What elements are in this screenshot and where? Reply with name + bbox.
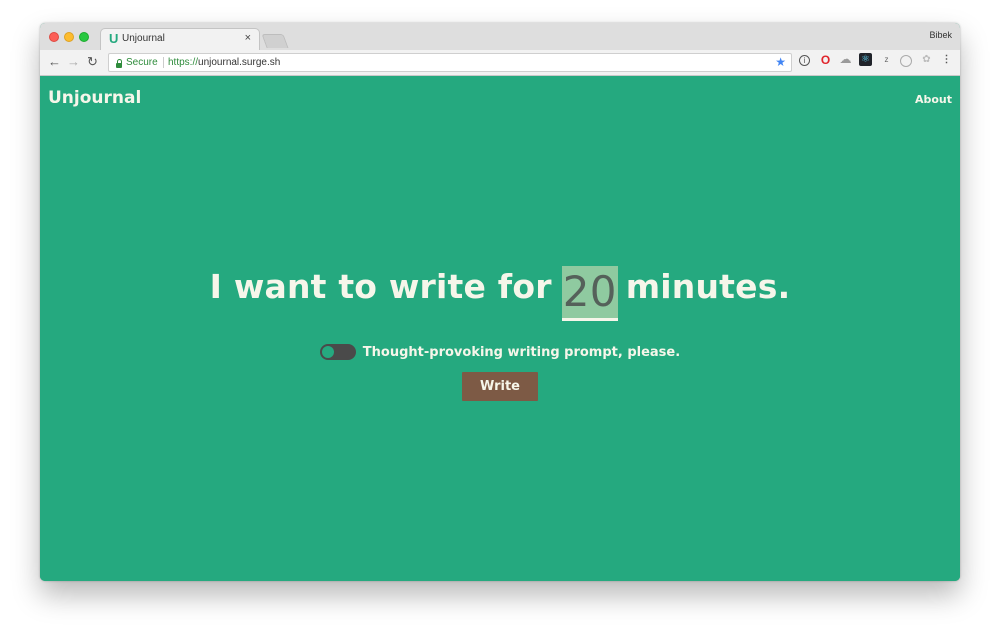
reload-icon[interactable]: ↻ <box>87 54 98 70</box>
tab-title: Unjournal <box>122 33 165 44</box>
address-bar[interactable]: Secure https://unjournal.surge.sh ★ <box>108 53 792 72</box>
app-page: Unjournal About I want to write for 20 min… <box>40 76 960 581</box>
headline: I want to write for 20 minutes. <box>40 266 960 321</box>
url-text[interactable]: https://unjournal.surge.sh <box>168 57 280 68</box>
unjournal-favicon-icon: U <box>109 31 119 46</box>
react-devtools-icon[interactable]: ⚛ <box>859 53 872 66</box>
circle-icon[interactable] <box>900 55 912 67</box>
url-scheme: https:// <box>168 57 199 68</box>
window-minimize-button[interactable] <box>64 32 74 42</box>
headline-prefix: I want to write for <box>209 267 552 306</box>
menu-icon[interactable]: ⋮ <box>940 53 953 66</box>
prompt-toggle-switch[interactable] <box>319 344 356 360</box>
title-bar: U Unjournal × Bibek <box>40 23 960 50</box>
prompt-toggle-label[interactable]: Thought-provoking writing prompt, please… <box>363 345 680 360</box>
browser-tab[interactable]: U Unjournal × <box>100 28 260 50</box>
browser-window: U Unjournal × Bibek ← → ↻ Secure https:/… <box>40 23 960 581</box>
toggle-knob <box>321 346 334 358</box>
security-label: Secure <box>126 57 158 68</box>
z-icon[interactable]: z <box>880 53 893 66</box>
profile-name[interactable]: Bibek <box>929 30 952 40</box>
brand-logo[interactable]: Unjournal <box>48 88 141 108</box>
new-tab-button[interactable] <box>261 34 289 48</box>
opera-icon[interactable]: O <box>819 54 832 67</box>
browser-toolbar: ← → ↻ Secure https://unjournal.surge.sh … <box>40 50 960 76</box>
info-icon[interactable]: i <box>799 55 810 66</box>
tab-close-icon[interactable]: × <box>245 32 251 44</box>
divider <box>163 57 164 68</box>
url-host: unjournal.surge.sh <box>198 57 281 68</box>
bookmark-star-icon[interactable]: ★ <box>775 55 786 69</box>
grey-extension-icon[interactable]: ✿ <box>920 53 933 66</box>
write-button[interactable]: Write <box>462 372 538 401</box>
headline-suffix: minutes. <box>625 267 791 306</box>
about-link[interactable]: About <box>915 93 952 106</box>
prompt-toggle-row: Thought-provoking writing prompt, please… <box>40 344 960 360</box>
cloud-icon[interactable]: ☁ <box>839 53 852 66</box>
lock-icon <box>109 58 125 70</box>
minutes-input[interactable]: 20 <box>561 266 618 321</box>
forward-arrow-icon[interactable]: → <box>67 54 80 70</box>
window-maximize-button[interactable] <box>79 32 89 42</box>
back-arrow-icon[interactable]: ← <box>48 54 61 70</box>
window-close-button[interactable] <box>49 32 59 42</box>
